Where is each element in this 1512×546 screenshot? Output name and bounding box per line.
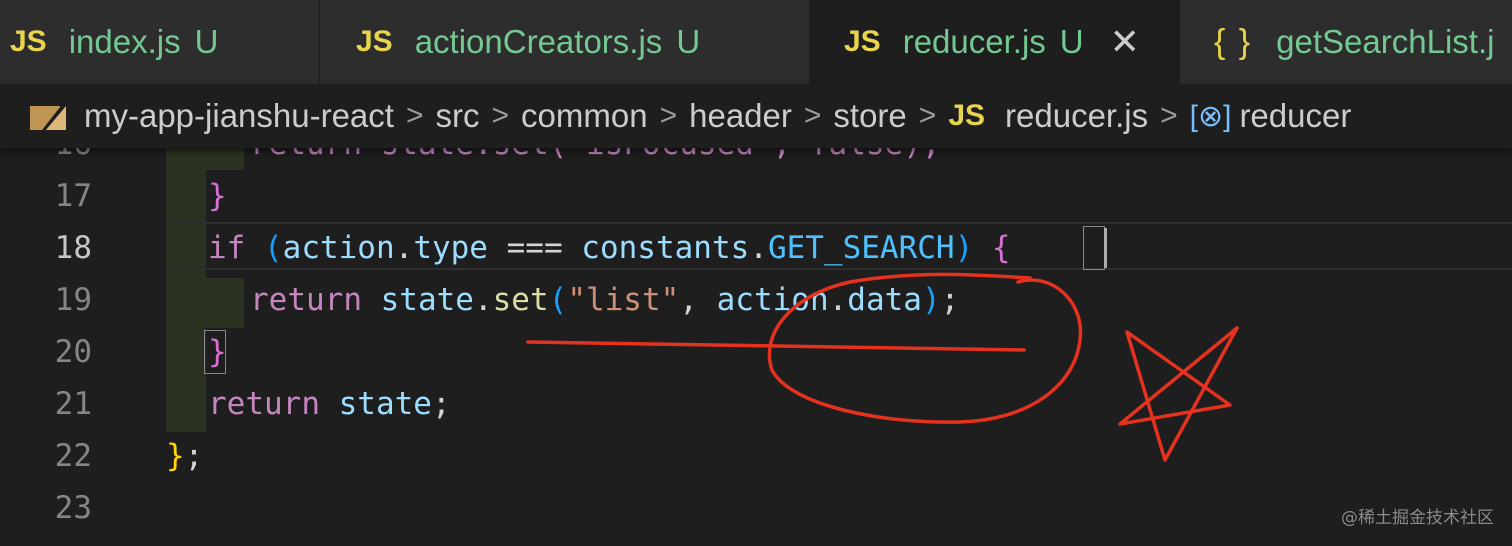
tab-label: getSearchList.j: [1276, 23, 1495, 60]
tab-getsearchlist-json[interactable]: { } getSearchList.j: [1180, 0, 1512, 84]
punctuation-token: ;: [184, 438, 204, 474]
punctuation-token: ;: [431, 386, 451, 422]
line-number: 20: [54, 334, 92, 370]
punctuation-token: .: [394, 230, 414, 266]
code-line-current: 18 if (action.type === constants.GET_SEA…: [0, 222, 1512, 274]
line-number: 16: [0, 148, 92, 170]
chevron-right-icon: >: [803, 99, 822, 132]
untracked-badge: U: [1059, 23, 1084, 60]
breadcrumb-item-src[interactable]: src: [436, 97, 480, 135]
code-line: 21 return state;: [0, 378, 1512, 430]
line-number: 21: [54, 386, 92, 422]
javascript-file-icon: JS: [356, 25, 393, 58]
breadcrumb-item-symbol[interactable]: reducer: [1239, 97, 1351, 135]
paren-token: (: [245, 230, 283, 266]
bracket-match-highlight: [204, 330, 226, 374]
chevron-right-icon: >: [405, 99, 424, 132]
punctuation-token: .: [749, 230, 768, 266]
operator-token: ===: [487, 230, 582, 266]
code-line: 20 }: [0, 326, 1512, 378]
paren-token: (: [548, 282, 568, 318]
chevron-right-icon: >: [491, 99, 510, 132]
breadcrumb-item-project[interactable]: my-app-jianshu-react: [84, 97, 394, 135]
keyword-token: return: [250, 282, 362, 318]
untracked-badge: U: [194, 23, 219, 60]
breadcrumb-item-store[interactable]: store: [833, 97, 906, 135]
code-line: 19 return state.set("list", action.data)…: [0, 274, 1512, 326]
variable-token: constants: [581, 230, 750, 266]
text-cursor: [1104, 228, 1107, 268]
string-token: "list": [567, 282, 680, 318]
breadcrumb: my-app-jianshu-react > src > common > he…: [0, 84, 1512, 148]
line-number: 17: [54, 178, 92, 214]
chevron-right-icon: >: [659, 99, 678, 132]
function-token: set: [492, 282, 549, 318]
code-text: return state.set('isFocused', false);: [250, 148, 941, 170]
tab-label: reducer.js: [902, 23, 1046, 60]
variable-token: action: [282, 230, 395, 266]
tab-label: actionCreators.js: [414, 23, 663, 60]
untracked-badge: U: [676, 23, 701, 60]
breadcrumb-item-header[interactable]: header: [689, 97, 792, 135]
javascript-file-icon: JS: [948, 99, 986, 132]
chevron-right-icon: >: [1160, 99, 1178, 132]
variable-token: action: [716, 282, 829, 318]
variable-token: state: [361, 282, 474, 318]
javascript-file-icon: JS: [10, 25, 47, 58]
keyword-token: return: [208, 386, 320, 422]
constant-token: GET_SEARCH: [767, 230, 955, 266]
paren-token: ): [954, 230, 974, 266]
breadcrumb-item-file[interactable]: reducer.js: [1005, 97, 1148, 135]
brace-token: }: [208, 178, 227, 214]
punctuation-token: .: [828, 282, 848, 318]
tab-bar: JS index.js U JS actionCreators.js U JS …: [0, 0, 1512, 84]
keyword-token: if: [208, 230, 246, 266]
property-token: type: [413, 230, 488, 266]
breadcrumb-item-common[interactable]: common: [521, 97, 648, 135]
chevron-right-icon: >: [918, 99, 937, 132]
line-number: 22: [54, 438, 92, 474]
code-line: 22 };: [0, 430, 1512, 482]
tab-index-js[interactable]: JS index.js U: [0, 0, 320, 84]
property-token: data: [847, 282, 922, 318]
code-line: 17 }: [0, 170, 1512, 222]
watermark: @稀土掘金技术社区: [1341, 508, 1494, 528]
code-editor[interactable]: 16 return state.set('isFocused', false);…: [0, 148, 1512, 546]
tab-label: index.js: [68, 23, 181, 60]
folder-icon: [30, 102, 66, 130]
javascript-file-icon: JS: [844, 25, 881, 58]
brace-token: {: [973, 230, 1011, 266]
tab-actioncreators-js[interactable]: JS actionCreators.js U: [320, 0, 810, 84]
line-number: 19: [54, 282, 92, 318]
punctuation-token: .: [473, 282, 493, 318]
code-line: 16 return state.set('isFocused', false);: [0, 148, 1512, 170]
variable-symbol-icon: [⊗]: [1189, 99, 1232, 133]
line-number: 18: [54, 230, 92, 266]
bracket-match-highlight: [1083, 226, 1105, 270]
punctuation-token: ;: [940, 282, 960, 318]
code-line: 23: [0, 482, 1512, 534]
tab-reducer-js[interactable]: JS reducer.js U ✕: [810, 0, 1180, 84]
line-number: 23: [54, 490, 92, 526]
close-icon[interactable]: ✕: [1110, 24, 1140, 60]
punctuation-token: ,: [679, 282, 717, 318]
brace-token: }: [166, 438, 185, 474]
variable-token: state: [319, 386, 432, 422]
paren-token: ): [921, 282, 941, 318]
json-file-icon: { }: [1214, 22, 1253, 61]
